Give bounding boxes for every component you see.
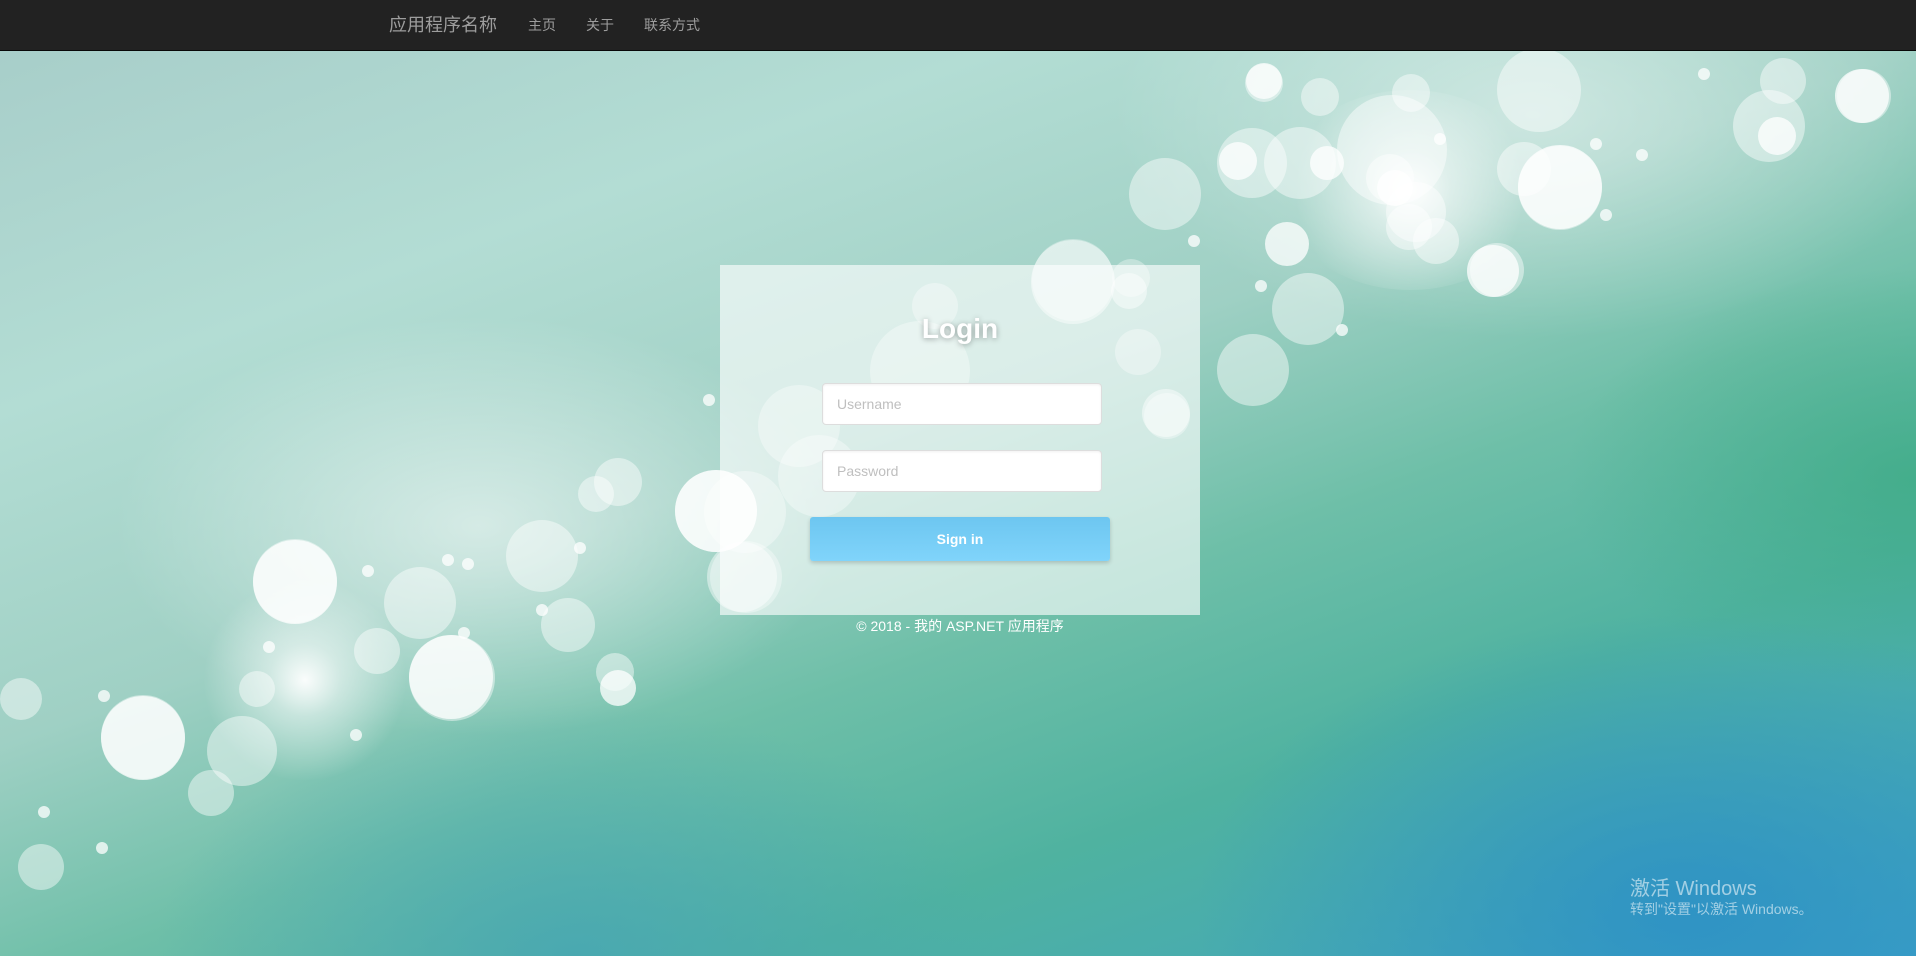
bokeh-bubble <box>1219 142 1257 180</box>
bokeh-dot <box>96 842 108 854</box>
bokeh-bubble <box>1835 69 1889 123</box>
bokeh-bubble <box>541 598 595 652</box>
top-navbar: 应用程序名称 主页 关于 联系方式 <box>0 0 1916 51</box>
bokeh-bubble <box>1497 48 1581 132</box>
bokeh-bubble <box>101 696 185 780</box>
bokeh-bubble <box>409 635 493 719</box>
bokeh-dot <box>1434 133 1446 145</box>
app-brand-link[interactable]: 应用程序名称 <box>389 0 497 50</box>
bokeh-bubble <box>1377 170 1413 206</box>
bokeh-dot <box>703 394 715 406</box>
nav-link-contact[interactable]: 联系方式 <box>644 0 700 50</box>
bokeh-bubble <box>710 541 782 613</box>
nav-link-home[interactable]: 主页 <box>528 0 556 50</box>
bokeh-dot <box>1698 68 1710 80</box>
bokeh-bubble <box>1217 334 1289 406</box>
nav-link-about[interactable]: 关于 <box>586 0 614 50</box>
bokeh-bubble <box>1112 259 1150 297</box>
bokeh-bubble <box>1032 239 1114 321</box>
bokeh-bubble <box>1144 393 1190 439</box>
bokeh-dot <box>1600 209 1612 221</box>
bokeh-bubble <box>1467 245 1519 297</box>
bokeh-bubble <box>1272 273 1344 345</box>
sign-in-button[interactable]: Sign in <box>810 517 1110 561</box>
bokeh-bubble <box>1760 58 1806 104</box>
bokeh-dot <box>1188 235 1200 247</box>
bokeh-bubble <box>354 628 400 674</box>
bokeh-dot <box>98 690 110 702</box>
bokeh-dot <box>38 806 50 818</box>
bokeh-dot <box>458 627 470 639</box>
bokeh-bubble <box>1301 78 1339 116</box>
bokeh-bubble <box>1246 63 1282 99</box>
activation-watermark-subtitle: 转到"设置"以激活 Windows。 <box>1630 901 1813 917</box>
bokeh-bubble <box>188 770 234 816</box>
bokeh-bubble <box>578 476 614 512</box>
bokeh-dot <box>1590 138 1602 150</box>
bokeh-dot <box>442 554 454 566</box>
bokeh-dot <box>1255 280 1267 292</box>
bokeh-dot <box>574 542 586 554</box>
password-input[interactable] <box>822 450 1102 492</box>
bokeh-bubble <box>1310 146 1344 180</box>
bokeh-dot <box>263 641 275 653</box>
bokeh-bubble <box>1392 74 1430 112</box>
bokeh-bubble <box>1265 222 1309 266</box>
username-input[interactable] <box>822 383 1102 425</box>
bokeh-dot <box>350 729 362 741</box>
bokeh-bubble <box>1129 158 1201 230</box>
bokeh-dot <box>536 604 548 616</box>
bokeh-bubble <box>506 520 578 592</box>
bokeh-dot <box>1336 324 1348 336</box>
bokeh-bubble <box>1758 117 1796 155</box>
bokeh-bubble <box>18 844 64 890</box>
bokeh-bubble <box>384 567 456 639</box>
bokeh-bubble <box>239 671 275 707</box>
activation-watermark-title: 激活 Windows <box>1630 878 1757 900</box>
bokeh-dot <box>362 565 374 577</box>
bokeh-dot <box>462 558 474 570</box>
bokeh-bubble <box>0 678 42 720</box>
bokeh-dot <box>1636 149 1648 161</box>
bokeh-bubble <box>1518 145 1602 229</box>
page-footer: © 2018 - 我的 ASP.NET 应用程序 <box>856 618 1064 634</box>
login-panel: Login Sign in <box>704 239 1200 615</box>
bokeh-bubble <box>600 670 636 706</box>
login-title: Login <box>921 313 999 344</box>
bokeh-bubble <box>253 540 337 624</box>
